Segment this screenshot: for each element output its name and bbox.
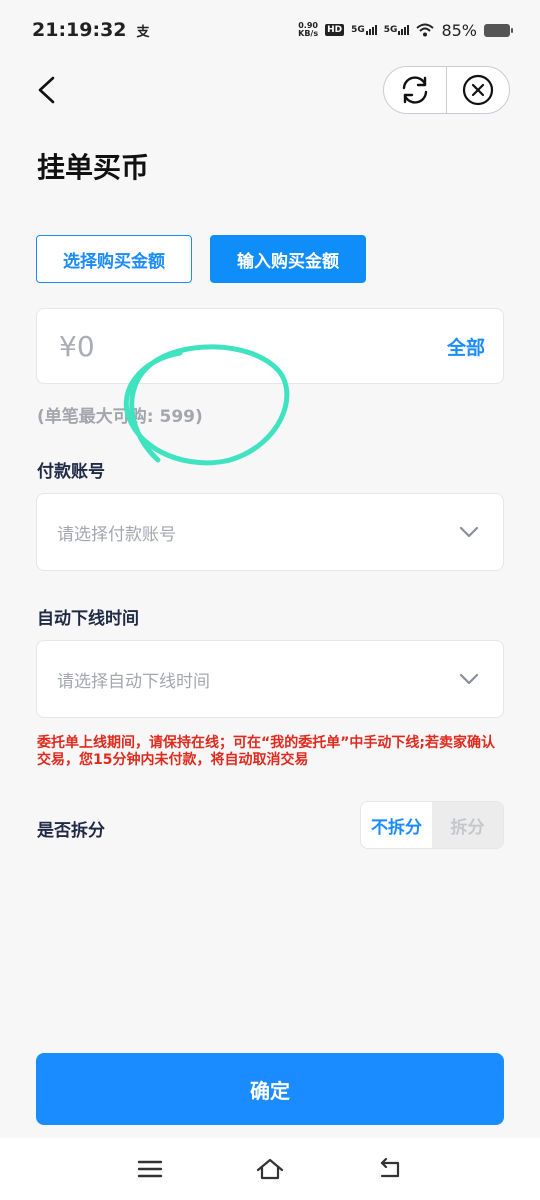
close-button[interactable] xyxy=(447,67,509,113)
signal-label-2: 5G xyxy=(383,25,398,35)
select-amount-tab[interactable]: 选择购买金额 xyxy=(36,235,192,283)
auto-offline-placeholder: 请选择自动下线时间 xyxy=(57,671,210,692)
menu-nav-button[interactable] xyxy=(135,1154,165,1184)
split-option[interactable]: 拆分 xyxy=(432,802,503,848)
page-title: 挂单买币 xyxy=(37,151,150,184)
signal-icon-1: 5G xyxy=(351,25,377,35)
signal-icon-2: 5G xyxy=(384,25,410,35)
payment-account-placeholder: 请选择付款账号 xyxy=(57,524,176,545)
battery-percent: 85% xyxy=(441,20,477,40)
payment-account-select[interactable]: 请选择付款账号 xyxy=(36,493,504,571)
top-action-group xyxy=(383,66,510,114)
battery-icon xyxy=(484,23,513,37)
chevron-left-icon xyxy=(38,76,55,104)
payment-account-label: 付款账号 xyxy=(37,462,105,482)
net-speed: 0.90 KB/s xyxy=(298,22,318,38)
warning-notice: 委托单上线期间，请保持在线；可在“我的委托单”中手动下线;若卖家确认交易，您15… xyxy=(37,735,495,768)
back-arrow-icon xyxy=(380,1157,400,1178)
all-amount-button[interactable]: 全部 xyxy=(447,333,485,360)
split-label: 是否拆分 xyxy=(37,821,105,841)
alipay-icon: 支 xyxy=(136,24,150,40)
handwritten-circle-annotation xyxy=(123,344,290,466)
no-split-option[interactable]: 不拆分 xyxy=(361,802,432,848)
back-button[interactable] xyxy=(28,72,64,108)
net-speed-unit: KB/s xyxy=(298,29,319,38)
status-left: 21:19:32 支 xyxy=(32,19,150,41)
status-time: 21:19:32 xyxy=(32,19,127,41)
status-right: 0.90 KB/s HD 5G 5G 85% xyxy=(298,20,513,40)
back-nav-button[interactable] xyxy=(375,1154,405,1184)
menu-icon xyxy=(137,1160,163,1178)
home-nav-button[interactable] xyxy=(255,1154,285,1184)
confirm-button[interactable]: 确定 xyxy=(36,1053,504,1125)
wifi-icon xyxy=(416,23,435,37)
chevron-down-icon xyxy=(459,526,479,538)
status-bar: 21:19:32 支 0.90 KB/s HD 5G 5G 85% xyxy=(0,0,540,60)
auto-offline-select[interactable]: 请选择自动下线时间 xyxy=(36,640,504,718)
system-nav-bar xyxy=(0,1138,540,1200)
close-circle-icon xyxy=(463,74,494,106)
input-amount-tab[interactable]: 输入购买金额 xyxy=(210,235,366,283)
signal-label-1: 5G xyxy=(351,25,365,35)
chevron-down-icon xyxy=(459,673,479,685)
refresh-button[interactable] xyxy=(384,67,446,113)
refresh-icon xyxy=(402,76,428,104)
amount-input[interactable]: ¥0 xyxy=(59,330,95,363)
split-toggle: 不拆分 拆分 xyxy=(360,801,504,849)
auto-offline-label: 自动下线时间 xyxy=(37,609,139,629)
hd-icon: HD xyxy=(325,24,345,36)
home-icon xyxy=(256,1158,284,1180)
